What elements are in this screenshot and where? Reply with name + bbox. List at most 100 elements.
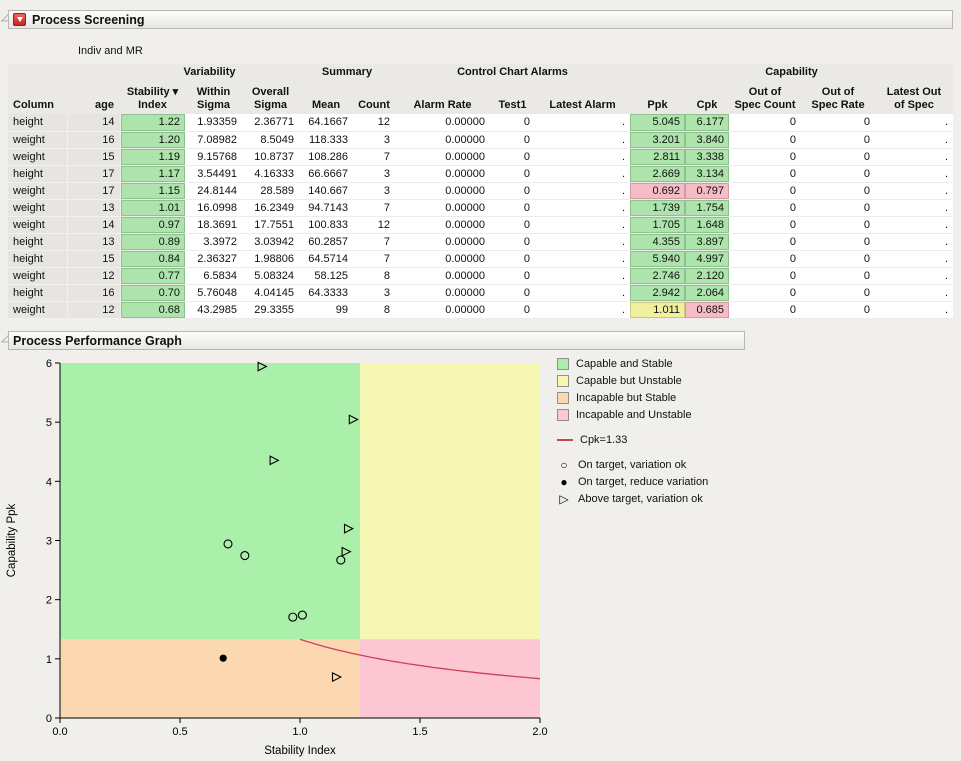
cell-oos_count[interactable]: 0 <box>729 165 801 182</box>
cell-cpk[interactable]: 3.840 <box>685 131 729 148</box>
cell-within_sigma[interactable]: 3.3972 <box>185 233 242 250</box>
cell-alarm_rate[interactable]: 0.00000 <box>395 284 490 301</box>
cell-test1[interactable]: 0 <box>490 267 535 284</box>
cell-overall_sigma[interactable]: 5.08324 <box>242 267 299 284</box>
table-row[interactable]: weight120.776.58345.0832458.12580.000000… <box>8 267 953 284</box>
cell-column[interactable]: height <box>8 233 67 250</box>
cell-cpk[interactable]: 6.177 <box>685 114 729 131</box>
cell-oos_rate[interactable]: 0 <box>801 216 875 233</box>
cell-latest_oos[interactable]: . <box>875 148 953 165</box>
cell-test1[interactable]: 0 <box>490 114 535 131</box>
cell-column[interactable]: height <box>8 165 67 182</box>
cell-mean[interactable]: 60.2857 <box>299 233 353 250</box>
cell-age[interactable]: 12 <box>67 301 120 318</box>
cell-count[interactable]: 7 <box>353 250 395 267</box>
cell-oos_rate[interactable]: 0 <box>801 284 875 301</box>
cell-oos_count[interactable]: 0 <box>729 114 801 131</box>
cell-cpk[interactable]: 4.997 <box>685 250 729 267</box>
cell-cpk[interactable]: 0.685 <box>685 301 729 318</box>
column-header-stability-index[interactable]: Stability ▾ Index <box>120 80 185 114</box>
cell-mean[interactable]: 118.333 <box>299 131 353 148</box>
cell-latest_oos[interactable]: . <box>875 165 953 182</box>
cell-age[interactable]: 15 <box>67 250 120 267</box>
cell-age[interactable]: 12 <box>67 267 120 284</box>
cell-overall_sigma[interactable]: 28.589 <box>242 182 299 199</box>
cell-oos_count[interactable]: 0 <box>729 267 801 284</box>
cell-within_sigma[interactable]: 2.36327 <box>185 250 242 267</box>
cell-count[interactable]: 12 <box>353 216 395 233</box>
column-header-ppk[interactable]: Ppk <box>630 80 685 114</box>
cell-oos_rate[interactable]: 0 <box>801 250 875 267</box>
cell-column[interactable]: weight <box>8 199 67 216</box>
cell-test1[interactable]: 0 <box>490 131 535 148</box>
cell-mean[interactable]: 99 <box>299 301 353 318</box>
cell-stability_index[interactable]: 1.15 <box>120 182 185 199</box>
cell-oos_rate[interactable]: 0 <box>801 199 875 216</box>
cell-cpk[interactable]: 2.120 <box>685 267 729 284</box>
column-header-cpk[interactable]: Cpk <box>685 80 729 114</box>
cell-mean[interactable]: 64.5714 <box>299 250 353 267</box>
cell-mean[interactable]: 64.1667 <box>299 114 353 131</box>
cell-ppk[interactable]: 0.692 <box>630 182 685 199</box>
cell-age[interactable]: 17 <box>67 182 120 199</box>
cell-age[interactable]: 14 <box>67 114 120 131</box>
cell-cpk[interactable]: 3.897 <box>685 233 729 250</box>
table-row[interactable]: weight171.1524.814428.589140.66730.00000… <box>8 182 953 199</box>
cell-column[interactable]: weight <box>8 216 67 233</box>
cell-count[interactable]: 7 <box>353 148 395 165</box>
cell-latest_alarm[interactable]: . <box>535 233 630 250</box>
cell-alarm_rate[interactable]: 0.00000 <box>395 233 490 250</box>
cell-alarm_rate[interactable]: 0.00000 <box>395 199 490 216</box>
table-row[interactable]: height141.221.933592.3677164.1667120.000… <box>8 114 953 131</box>
cell-alarm_rate[interactable]: 0.00000 <box>395 131 490 148</box>
cell-column[interactable]: height <box>8 284 67 301</box>
cell-test1[interactable]: 0 <box>490 250 535 267</box>
cell-mean[interactable]: 108.286 <box>299 148 353 165</box>
cell-count[interactable]: 12 <box>353 114 395 131</box>
cell-cpk[interactable]: 2.064 <box>685 284 729 301</box>
cell-stability_index[interactable]: 1.19 <box>120 148 185 165</box>
column-header-count[interactable]: Count <box>353 80 395 114</box>
cell-within_sigma[interactable]: 43.2985 <box>185 301 242 318</box>
cell-cpk[interactable]: 3.134 <box>685 165 729 182</box>
cell-latest_alarm[interactable]: . <box>535 284 630 301</box>
cell-stability_index[interactable]: 1.22 <box>120 114 185 131</box>
cell-age[interactable]: 13 <box>67 233 120 250</box>
cell-within_sigma[interactable]: 6.5834 <box>185 267 242 284</box>
cell-test1[interactable]: 0 <box>490 301 535 318</box>
cell-count[interactable]: 3 <box>353 182 395 199</box>
cell-oos_rate[interactable]: 0 <box>801 165 875 182</box>
cell-latest_oos[interactable]: . <box>875 301 953 318</box>
cell-overall_sigma[interactable]: 3.03942 <box>242 233 299 250</box>
cell-oos_rate[interactable]: 0 <box>801 301 875 318</box>
cell-cpk[interactable]: 3.338 <box>685 148 729 165</box>
cell-stability_index[interactable]: 0.68 <box>120 301 185 318</box>
cell-test1[interactable]: 0 <box>490 199 535 216</box>
column-header-test1[interactable]: Test1 <box>490 80 535 114</box>
cell-age[interactable]: 14 <box>67 216 120 233</box>
cell-alarm_rate[interactable]: 0.00000 <box>395 301 490 318</box>
cell-column[interactable]: weight <box>8 301 67 318</box>
column-header-out-of-spec-count[interactable]: Out of Spec Count <box>729 80 801 114</box>
column-header-column[interactable]: Column <box>8 80 67 114</box>
cell-latest_alarm[interactable]: . <box>535 148 630 165</box>
cell-latest_oos[interactable]: . <box>875 216 953 233</box>
cell-overall_sigma[interactable]: 16.2349 <box>242 199 299 216</box>
cell-age[interactable]: 15 <box>67 148 120 165</box>
cell-latest_oos[interactable]: . <box>875 233 953 250</box>
cell-alarm_rate[interactable]: 0.00000 <box>395 114 490 131</box>
cell-within_sigma[interactable]: 18.3691 <box>185 216 242 233</box>
cell-overall_sigma[interactable]: 1.98806 <box>242 250 299 267</box>
table-row[interactable]: height160.705.760484.0414564.333330.0000… <box>8 284 953 301</box>
cell-overall_sigma[interactable]: 29.3355 <box>242 301 299 318</box>
cell-count[interactable]: 3 <box>353 165 395 182</box>
cell-age[interactable]: 16 <box>67 284 120 301</box>
cell-oos_count[interactable]: 0 <box>729 182 801 199</box>
cell-count[interactable]: 8 <box>353 267 395 284</box>
cell-mean[interactable]: 140.667 <box>299 182 353 199</box>
cell-oos_count[interactable]: 0 <box>729 199 801 216</box>
data-point-filled-circle[interactable] <box>220 655 227 662</box>
cell-overall_sigma[interactable]: 4.16333 <box>242 165 299 182</box>
cell-mean[interactable]: 94.7143 <box>299 199 353 216</box>
cell-within_sigma[interactable]: 9.15768 <box>185 148 242 165</box>
